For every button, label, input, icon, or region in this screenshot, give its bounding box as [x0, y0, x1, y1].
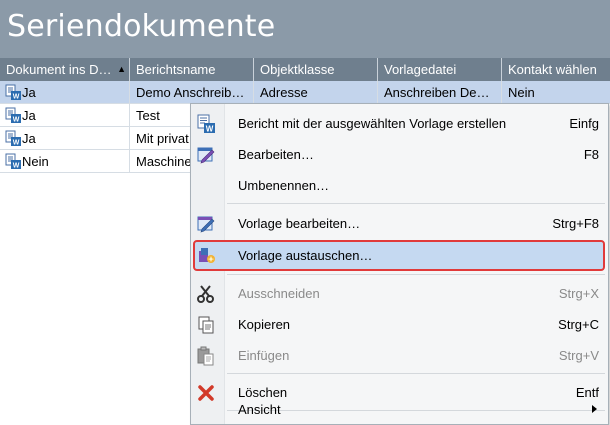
column-header-berichtsname[interactable]: Berichtsname: [130, 58, 254, 81]
column-header-label: Vorlagedatei: [384, 62, 457, 77]
column-header-vorlagedatei[interactable]: Vorlagedatei: [378, 58, 502, 81]
cell-dokument: W Ja: [0, 81, 130, 104]
copy-icon: [198, 316, 214, 334]
menu-item-view[interactable]: Ansicht: [192, 394, 607, 425]
menu-separator: [227, 203, 605, 204]
menu-item-label: Vorlage bearbeiten…: [238, 216, 361, 231]
menu-item-label: Umbenennen…: [238, 178, 330, 193]
edit-icon: [197, 147, 215, 164]
menu-item-shortcut: Strg+C: [558, 317, 599, 332]
paste-icon: [197, 346, 214, 366]
menu-item-shortcut: Strg+X: [558, 286, 599, 301]
menu-item-label: Vorlage austauschen…: [238, 248, 373, 263]
menu-item-label: Bericht mit der ausgewählten Vorlage ers…: [238, 116, 507, 131]
menu-item-label: Ausschneiden: [238, 286, 320, 301]
column-header-label: Berichtsname: [136, 62, 216, 77]
menu-item-cut[interactable]: Ausschneiden Strg+X: [192, 278, 607, 309]
table-row[interactable]: W Ja Demo Anschreib… Adresse Anschreiben …: [0, 81, 610, 104]
column-header-kontakt[interactable]: Kontakt wählen: [502, 58, 610, 81]
cell-vorlagedatei: Anschreiben De…: [378, 81, 502, 104]
menu-item-label: Ansicht: [238, 402, 281, 417]
column-header-label: Kontakt wählen: [508, 62, 597, 77]
menu-item-shortcut: Strg+V: [558, 348, 599, 363]
sort-ascending-icon: ▲: [117, 64, 126, 74]
svg-text:W: W: [206, 125, 214, 134]
svg-text:W: W: [13, 163, 20, 170]
word-doc-icon: W: [5, 153, 21, 169]
cell-kontakt: Nein: [502, 81, 610, 104]
menu-separator: [227, 373, 605, 374]
menu-item-shortcut: Strg+F8: [552, 216, 599, 231]
menu-separator: [227, 274, 605, 275]
cell-dokument: W Ja: [0, 104, 130, 127]
column-header-dokument[interactable]: Dokument ins D… ▲: [0, 58, 130, 81]
svg-text:W: W: [13, 117, 20, 124]
edit-template-icon: [197, 216, 215, 233]
menu-item-label: Kopieren: [238, 317, 291, 332]
menu-item-edit[interactable]: Bearbeiten… F8: [192, 139, 607, 170]
menu-item-replace-template[interactable]: Vorlage austauschen…: [193, 240, 605, 271]
svg-text:W: W: [13, 94, 20, 101]
menu-item-shortcut: F8: [583, 147, 599, 162]
cell-dokument: W Nein: [0, 150, 130, 173]
cell-objektklasse: Adresse: [254, 81, 378, 104]
cell-dokument: W Ja: [0, 127, 130, 150]
menu-item-edit-template[interactable]: Vorlage bearbeiten… Strg+F8: [192, 208, 607, 239]
menu-item-label: Einfügen: [238, 348, 290, 363]
menu-item-shortcut: Einfg: [569, 116, 599, 131]
menu-item-create-report[interactable]: W Bericht mit der ausgewählten Vorlage e…: [192, 108, 607, 139]
page-title: Seriendokumente: [7, 9, 276, 44]
context-menu: W Bericht mit der ausgewählten Vorlage e…: [190, 103, 609, 425]
menu-item-rename[interactable]: Umbenennen…: [192, 170, 607, 201]
column-header-label: Dokument ins D…: [6, 62, 112, 77]
cell-berichtsname: Demo Anschreib…: [130, 81, 254, 104]
svg-text:W: W: [13, 140, 20, 147]
word-doc-icon: W: [5, 84, 21, 100]
menu-item-copy[interactable]: Kopieren Strg+C: [192, 309, 607, 340]
title-bar: Seriendokumente: [0, 0, 610, 58]
submenu-arrow-icon: [592, 405, 597, 413]
column-header-label: Objektklasse: [260, 62, 335, 77]
word-doc-icon: W: [5, 130, 21, 146]
table-header: Dokument ins D… ▲ Berichtsname Objektkla…: [0, 58, 610, 81]
menu-item-paste[interactable]: Einfügen Strg+V: [192, 340, 607, 371]
menu-item-label: Bearbeiten…: [238, 147, 314, 162]
column-header-objektklasse[interactable]: Objektklasse: [254, 58, 378, 81]
swap-template-icon: [199, 248, 215, 263]
word-doc-icon: W: [5, 107, 21, 123]
scissors-icon: [197, 285, 214, 303]
word-doc-icon: W: [197, 114, 215, 134]
